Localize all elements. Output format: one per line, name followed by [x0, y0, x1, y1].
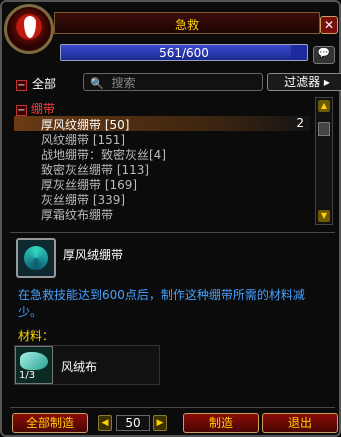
- recipe-scrollbar[interactable]: ▲ ▼: [315, 97, 333, 225]
- collapse-category-icon[interactable]: −: [16, 105, 27, 116]
- title-bar: 急救: [54, 12, 320, 34]
- recipe-name: 致密灰丝绷带 [113]: [41, 163, 150, 177]
- recipe-list: 厚风纹绷带 [50] 2 风纹绷带 [151] 战地绷带：致密灰丝[4] 致密灰丝绷带 …: [14, 116, 310, 232]
- recipe-name: 厚风纹绷带 [50]: [41, 118, 130, 132]
- search-icon: 🔍: [90, 77, 104, 90]
- craft-button[interactable]: 制造: [183, 413, 259, 433]
- speech-bubble-icon[interactable]: 💬: [313, 46, 335, 64]
- material-name: 风绒布: [61, 360, 98, 374]
- cloth-glyph: [20, 352, 48, 370]
- divider: [10, 407, 335, 408]
- bandage-item-icon[interactable]: [16, 238, 56, 278]
- filter-row: − 全部 🔍 搜索 过滤器 ▸: [16, 73, 341, 92]
- material-slot[interactable]: 1/3 风绒布: [14, 345, 160, 385]
- recipe-row[interactable]: 厚霜纹布绷带: [14, 206, 310, 222]
- recipe-row[interactable]: 致密灰丝绷带 [113]: [14, 161, 310, 177]
- divider: [10, 232, 335, 233]
- first-aid-portrait: [4, 4, 54, 54]
- material-count: 1/3: [19, 370, 36, 381]
- tradeskill-window: 急救 ✕ 561/600 💬 − 全部 🔍 搜索 过滤器 ▸ − 绷带 厚风纹绷…: [0, 0, 341, 437]
- quantity-input[interactable]: 50: [116, 415, 150, 431]
- scroll-thumb[interactable]: [318, 122, 330, 136]
- recipe-row[interactable]: 厚风纹绷带 [50] 2: [14, 116, 310, 132]
- filter-arrow-icon: ▸: [323, 75, 330, 89]
- skill-progress-text: 561/600: [159, 46, 209, 60]
- item-description: 在急救技能达到600点后，制作这种绷带所需的材料减少。: [18, 288, 305, 319]
- window-title: 急救: [174, 18, 199, 32]
- recipe-name: 厚霜纹布绷带: [41, 208, 114, 222]
- blood-drop-icon: [24, 16, 36, 38]
- recipe-count: 2: [296, 116, 304, 130]
- all-label[interactable]: 全部: [32, 75, 56, 92]
- decrease-quantity-icon[interactable]: ◀: [98, 415, 112, 431]
- filter-button[interactable]: 过滤器 ▸: [267, 73, 341, 91]
- category-label: 绷带: [30, 102, 55, 116]
- recipe-row[interactable]: 战地绷带：致密灰丝[4]: [14, 146, 310, 162]
- bandage-glyph: [24, 246, 48, 270]
- recipe-row[interactable]: 厚灰丝绷带 [169]: [14, 176, 310, 192]
- recipe-name: 灰丝绷带 [339]: [41, 193, 126, 207]
- scroll-down-icon[interactable]: ▼: [318, 210, 330, 222]
- collapse-all-icon[interactable]: −: [16, 80, 27, 91]
- craft-all-button[interactable]: 全部制造: [12, 413, 88, 433]
- item-name: 厚风绒绷带: [63, 248, 124, 262]
- recipe-name: 战地绷带：致密灰丝[4]: [41, 148, 166, 162]
- materials-label: 材料：: [18, 329, 55, 343]
- close-button[interactable]: ✕: [320, 16, 338, 34]
- exit-button[interactable]: 退出: [262, 413, 338, 433]
- search-placeholder: 搜索: [111, 76, 136, 90]
- skill-progress-bar: 561/600: [60, 44, 308, 61]
- action-bar: 全部制造 ◀ 50 ▶ 制造 退出: [6, 413, 339, 435]
- recipe-name: 风纹绷带 [151]: [41, 133, 126, 147]
- windwool-cloth-icon: 1/3: [15, 346, 53, 384]
- recipe-name: 厚灰丝绷带 [169]: [41, 178, 138, 192]
- increase-quantity-icon[interactable]: ▶: [153, 415, 167, 431]
- recipe-row[interactable]: 风纹绷带 [151]: [14, 131, 310, 147]
- scroll-up-icon[interactable]: ▲: [318, 100, 330, 112]
- search-input[interactable]: 🔍 搜索: [83, 73, 263, 91]
- filter-button-label: 过滤器: [284, 75, 321, 89]
- category-header[interactable]: − 绷带: [16, 100, 55, 117]
- recipe-row[interactable]: 灰丝绷带 [339]: [14, 191, 310, 207]
